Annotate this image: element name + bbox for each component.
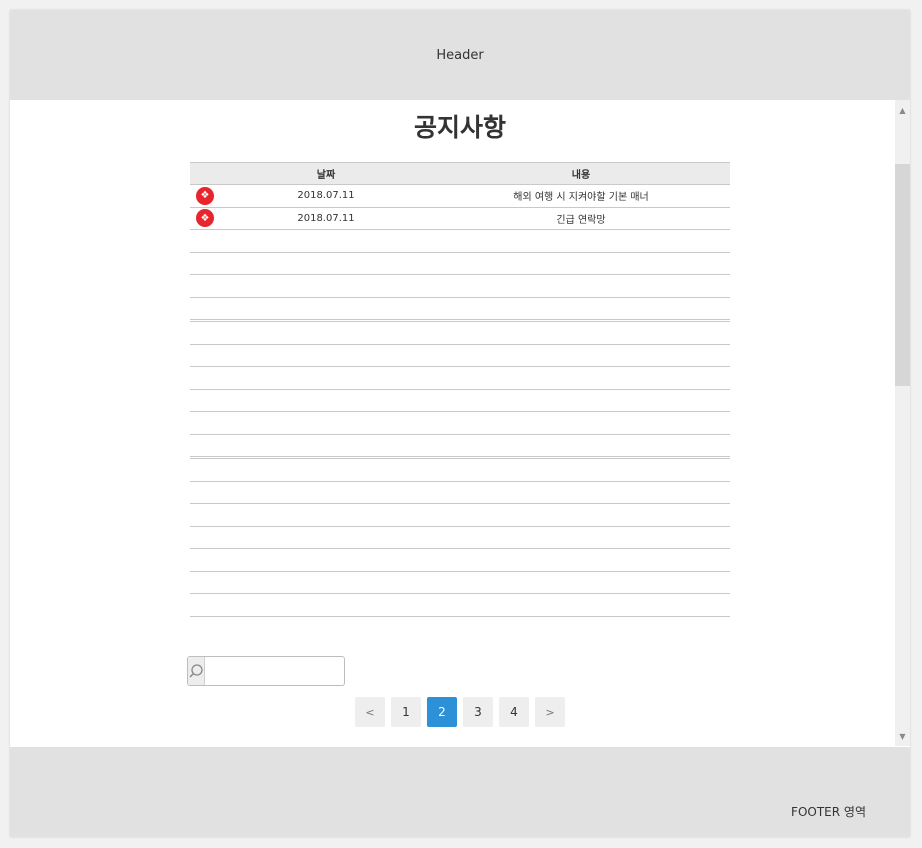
empty-row [190, 275, 730, 298]
empty-row [190, 504, 730, 527]
page-button-2[interactable]: 2 [427, 697, 457, 727]
footer: FOOTER 영역 [10, 747, 910, 837]
empty-row [190, 412, 730, 435]
next-page-button[interactable]: > [535, 697, 565, 727]
row-content-link[interactable]: 긴급 연락망 [432, 211, 730, 226]
empty-row [190, 367, 730, 390]
row-date: 2018.07.11 [297, 212, 355, 224]
row-date: 2018.07.11 [297, 190, 355, 202]
empty-row [190, 298, 730, 322]
page-title: 공지사항 [413, 113, 506, 142]
notice-table: 날짜 내용 ❖ 2018.07.11 해외 여행 시 지켜야할 기본 매너 ❖ … [190, 162, 730, 617]
page-button-1[interactable]: 1 [391, 697, 421, 727]
vertical-scrollbar[interactable]: ▲ ▼ [895, 100, 910, 746]
table-row[interactable]: ❖ 2018.07.11 긴급 연락망 [190, 208, 730, 230]
search-input[interactable] [205, 657, 359, 685]
notice-badge-icon: ❖ [196, 186, 214, 205]
app-frame: Header 공지사항 날짜 내용 ❖ 2018.07.11 해외 여행 시 지… [10, 10, 910, 837]
scroll-down-arrow-icon[interactable]: ▼ [895, 728, 910, 744]
column-header-date: 날짜 [316, 170, 336, 181]
empty-row [190, 345, 730, 367]
empty-row [190, 230, 730, 253]
empty-row [190, 390, 730, 412]
row-content-link[interactable]: 해외 여행 시 지켜야할 기본 매너 [432, 188, 730, 203]
empty-row [190, 435, 730, 459]
empty-row [190, 572, 730, 594]
notice-badge-icon: ❖ [196, 209, 214, 228]
scroll-up-arrow-icon[interactable]: ▲ [895, 102, 910, 118]
empty-row [190, 549, 730, 572]
header-title: Header [436, 47, 484, 63]
main-content: 공지사항 날짜 내용 ❖ 2018.07.11 해외 여행 시 지켜야할 기본 … [10, 100, 895, 746]
search-box [187, 656, 359, 686]
header: Header [10, 10, 910, 100]
scrollbar-thumb[interactable] [895, 164, 910, 386]
footer-text: FOOTER 영역 [791, 805, 866, 819]
empty-row [190, 322, 730, 345]
pagination: < 1 2 3 4 > [355, 697, 565, 727]
search-button[interactable] [188, 657, 205, 685]
empty-row [190, 527, 730, 549]
table-row[interactable]: ❖ 2018.07.11 해외 여행 시 지켜야할 기본 매너 [190, 185, 730, 208]
table-header: 날짜 내용 [190, 162, 730, 185]
search-icon [189, 664, 203, 678]
prev-page-button[interactable]: < [355, 697, 385, 727]
empty-row [190, 253, 730, 275]
empty-row [190, 459, 730, 482]
column-header-content: 내용 [571, 170, 591, 181]
empty-row [190, 482, 730, 504]
empty-row [190, 594, 730, 617]
page-button-4[interactable]: 4 [499, 697, 529, 727]
page-button-3[interactable]: 3 [463, 697, 493, 727]
